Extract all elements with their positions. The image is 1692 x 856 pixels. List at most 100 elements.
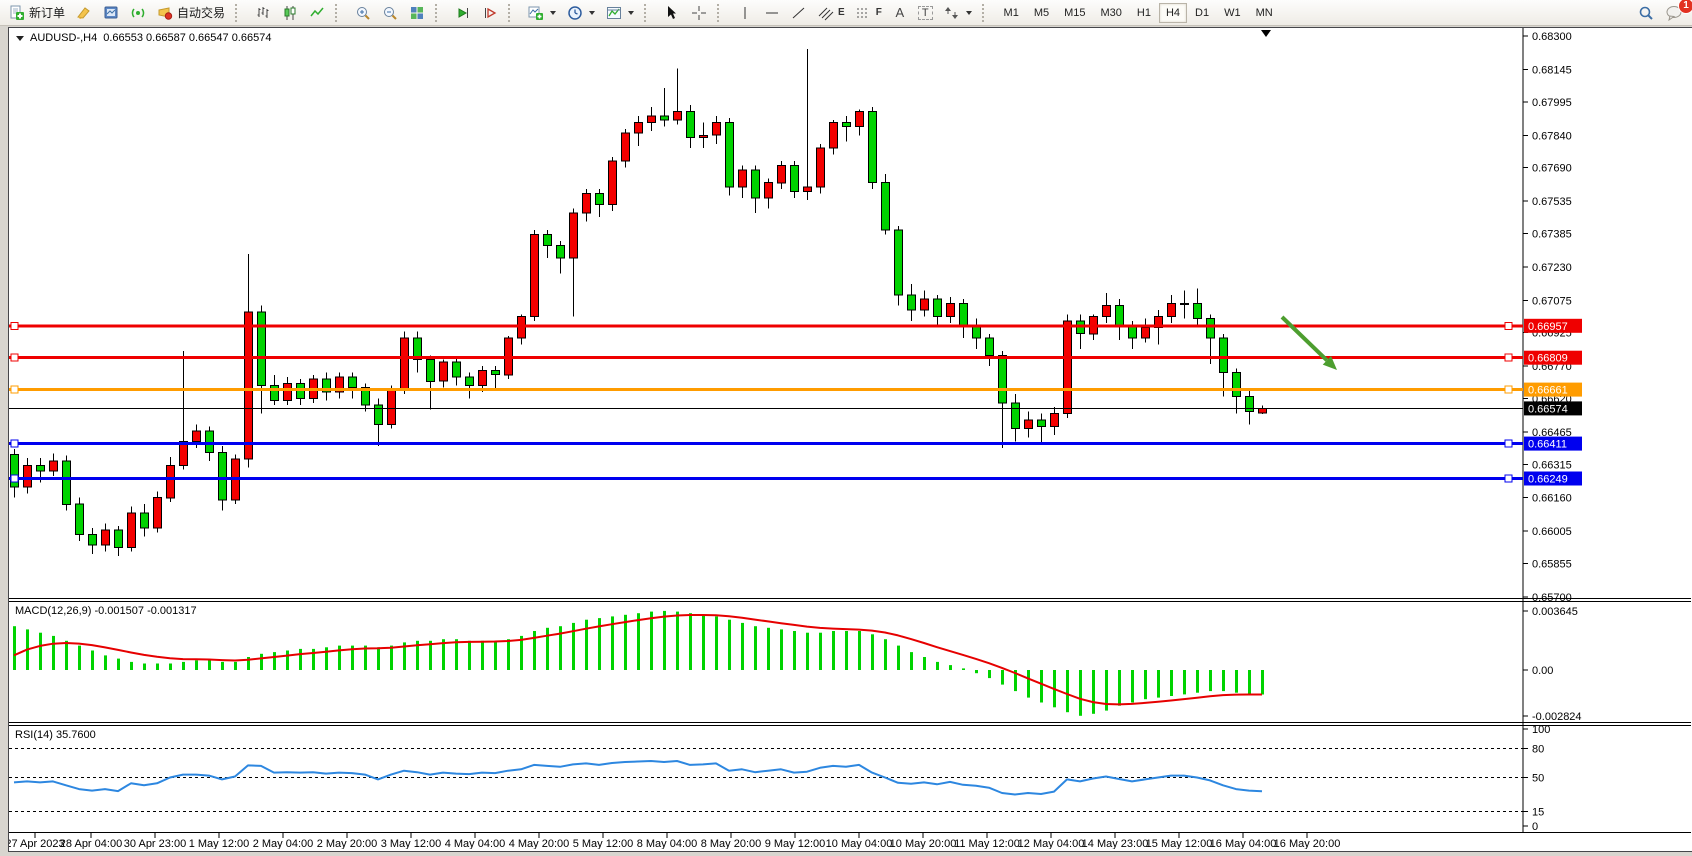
auto-trading-icon bbox=[157, 5, 173, 21]
trendline-tool-button[interactable] bbox=[786, 2, 812, 24]
text-label-letter: T bbox=[918, 6, 933, 20]
candlestick-chart-icon bbox=[282, 5, 298, 21]
timeframe-m30-button[interactable]: M30 bbox=[1094, 3, 1129, 23]
templates-button[interactable] bbox=[601, 2, 639, 24]
line-chart-icon bbox=[309, 5, 325, 21]
signals-button[interactable] bbox=[125, 2, 151, 24]
tile-windows-button[interactable] bbox=[404, 2, 430, 24]
macd-pane: 0.0036450.00-0.002824 bbox=[14, 606, 1582, 723]
svg-text:0.66160: 0.66160 bbox=[1532, 493, 1572, 505]
svg-text:100: 100 bbox=[1532, 724, 1550, 736]
pane-dividers[interactable] bbox=[9, 599, 1691, 833]
svg-text:0.67075: 0.67075 bbox=[1532, 295, 1572, 307]
arrow-objects-icon bbox=[944, 5, 960, 21]
profiles-button[interactable] bbox=[98, 2, 124, 24]
signal-icon bbox=[130, 5, 146, 21]
svg-text:0.67535: 0.67535 bbox=[1532, 196, 1572, 208]
crayon-icon bbox=[76, 5, 92, 21]
horizontal-line-tool-button[interactable] bbox=[759, 2, 785, 24]
svg-text:8 May 04:00: 8 May 04:00 bbox=[637, 838, 698, 849]
svg-text:15 May 12:00: 15 May 12:00 bbox=[1146, 838, 1213, 849]
arrows-tool-button[interactable] bbox=[939, 2, 977, 24]
svg-text:0.68300: 0.68300 bbox=[1532, 31, 1572, 43]
svg-text:8 May 20:00: 8 May 20:00 bbox=[701, 838, 762, 849]
timeframe-m1-button[interactable]: M1 bbox=[997, 3, 1026, 23]
svg-text:14 May 23:00: 14 May 23:00 bbox=[1082, 838, 1149, 849]
notifications-button[interactable]: 1 bbox=[1660, 2, 1688, 24]
macd-indicator-label: MACD(12,26,9) -0.001507 -0.001317 bbox=[15, 605, 197, 617]
channel-tool-button[interactable]: E bbox=[813, 2, 850, 24]
svg-text:0.66661: 0.66661 bbox=[1528, 385, 1568, 397]
vertical-line-icon bbox=[737, 5, 753, 21]
equidistant-channel-icon bbox=[818, 5, 834, 21]
timeframe-m5-button[interactable]: M5 bbox=[1027, 3, 1056, 23]
trendline-icon bbox=[791, 5, 807, 21]
zoom-out-button[interactable] bbox=[377, 2, 403, 24]
channel-letter: E bbox=[838, 7, 845, 18]
styler-button[interactable] bbox=[71, 2, 97, 24]
chart-canvas[interactable]: 0.683000.681450.679950.678400.676900.675… bbox=[9, 28, 1691, 849]
chart-title: AUDUSD-,H4 0.66553 0.66587 0.66547 0.665… bbox=[16, 32, 271, 44]
svg-text:-0.002824: -0.002824 bbox=[1532, 711, 1582, 723]
indicators-dropdown-caret bbox=[550, 11, 556, 15]
auto-scroll-button[interactable] bbox=[450, 2, 476, 24]
templates-icon bbox=[606, 5, 622, 21]
bar-chart-button[interactable] bbox=[250, 2, 276, 24]
timeframe-h4-button[interactable]: H4 bbox=[1159, 3, 1187, 23]
svg-text:0.67690: 0.67690 bbox=[1532, 163, 1572, 175]
text-tool-button[interactable]: A bbox=[888, 2, 912, 24]
toolbar-grip bbox=[435, 4, 445, 22]
indicators-icon bbox=[528, 5, 544, 21]
svg-text:0.68145: 0.68145 bbox=[1532, 64, 1572, 76]
auto-trading-button[interactable]: 自动交易 bbox=[152, 2, 230, 24]
svg-text:15: 15 bbox=[1532, 806, 1544, 818]
zoom-in-button[interactable] bbox=[350, 2, 376, 24]
cursor-tool-button[interactable] bbox=[659, 2, 685, 24]
indicators-button[interactable] bbox=[523, 2, 561, 24]
auto-trading-label: 自动交易 bbox=[177, 4, 225, 21]
svg-text:0.66315: 0.66315 bbox=[1532, 459, 1572, 471]
line-chart-button[interactable] bbox=[304, 2, 330, 24]
periods-button[interactable] bbox=[562, 2, 600, 24]
svg-text:0.66411: 0.66411 bbox=[1528, 439, 1567, 451]
new-order-button[interactable]: 新订单 bbox=[4, 2, 70, 24]
search-button[interactable] bbox=[1633, 2, 1659, 24]
svg-text:16 May 20:00: 16 May 20:00 bbox=[1274, 838, 1341, 849]
timeframe-w1-button[interactable]: W1 bbox=[1217, 3, 1248, 23]
crosshair-icon bbox=[691, 5, 707, 21]
chart-shift-marker bbox=[1261, 30, 1271, 37]
vertical-line-tool-button[interactable] bbox=[732, 2, 758, 24]
chart-shift-button[interactable] bbox=[477, 2, 503, 24]
svg-text:80: 80 bbox=[1532, 743, 1544, 755]
svg-text:5 May 12:00: 5 May 12:00 bbox=[573, 838, 634, 849]
svg-text:0.67230: 0.67230 bbox=[1532, 262, 1572, 274]
candlestick-chart-button[interactable] bbox=[277, 2, 303, 24]
timeframe-h1-button[interactable]: H1 bbox=[1130, 3, 1158, 23]
toolbar-grip bbox=[235, 4, 245, 22]
symbol-dropdown-icon[interactable] bbox=[16, 36, 24, 41]
svg-text:0.67840: 0.67840 bbox=[1532, 130, 1572, 142]
fibonacci-tool-button[interactable]: F bbox=[851, 2, 887, 24]
svg-text:4 May 20:00: 4 May 20:00 bbox=[509, 838, 570, 849]
timeframe-mn-button[interactable]: MN bbox=[1249, 3, 1280, 23]
zoom-out-icon bbox=[382, 5, 398, 21]
svg-text:50: 50 bbox=[1532, 773, 1544, 785]
new-order-icon bbox=[9, 5, 25, 21]
svg-text:0.003645: 0.003645 bbox=[1532, 606, 1578, 618]
timeframe-d1-button[interactable]: D1 bbox=[1188, 3, 1216, 23]
time-axis[interactable]: 27 Apr 202328 Apr 04:0030 Apr 23:001 May… bbox=[9, 833, 1340, 849]
auto-scroll-icon bbox=[455, 5, 471, 21]
svg-text:28 Apr 04:00: 28 Apr 04:00 bbox=[60, 838, 122, 849]
toolbar-grip bbox=[508, 4, 518, 22]
svg-text:4 May 04:00: 4 May 04:00 bbox=[445, 838, 506, 849]
svg-text:30 Apr 23:00: 30 Apr 23:00 bbox=[124, 838, 186, 849]
crosshair-tool-button[interactable] bbox=[686, 2, 712, 24]
svg-text:10 May 04:00: 10 May 04:00 bbox=[826, 838, 893, 849]
chart-window[interactable]: AUDUSD-,H4 0.66553 0.66587 0.66547 0.665… bbox=[8, 27, 1692, 852]
timeframe-m15-button[interactable]: M15 bbox=[1057, 3, 1092, 23]
svg-text:12 May 04:00: 12 May 04:00 bbox=[1018, 838, 1085, 849]
text-label-tool-button[interactable]: T bbox=[913, 2, 938, 24]
horizontal-line-icon bbox=[764, 5, 780, 21]
main-toolbar: 新订单 自动交易 bbox=[0, 0, 1692, 26]
svg-text:0.66574: 0.66574 bbox=[1528, 403, 1568, 415]
